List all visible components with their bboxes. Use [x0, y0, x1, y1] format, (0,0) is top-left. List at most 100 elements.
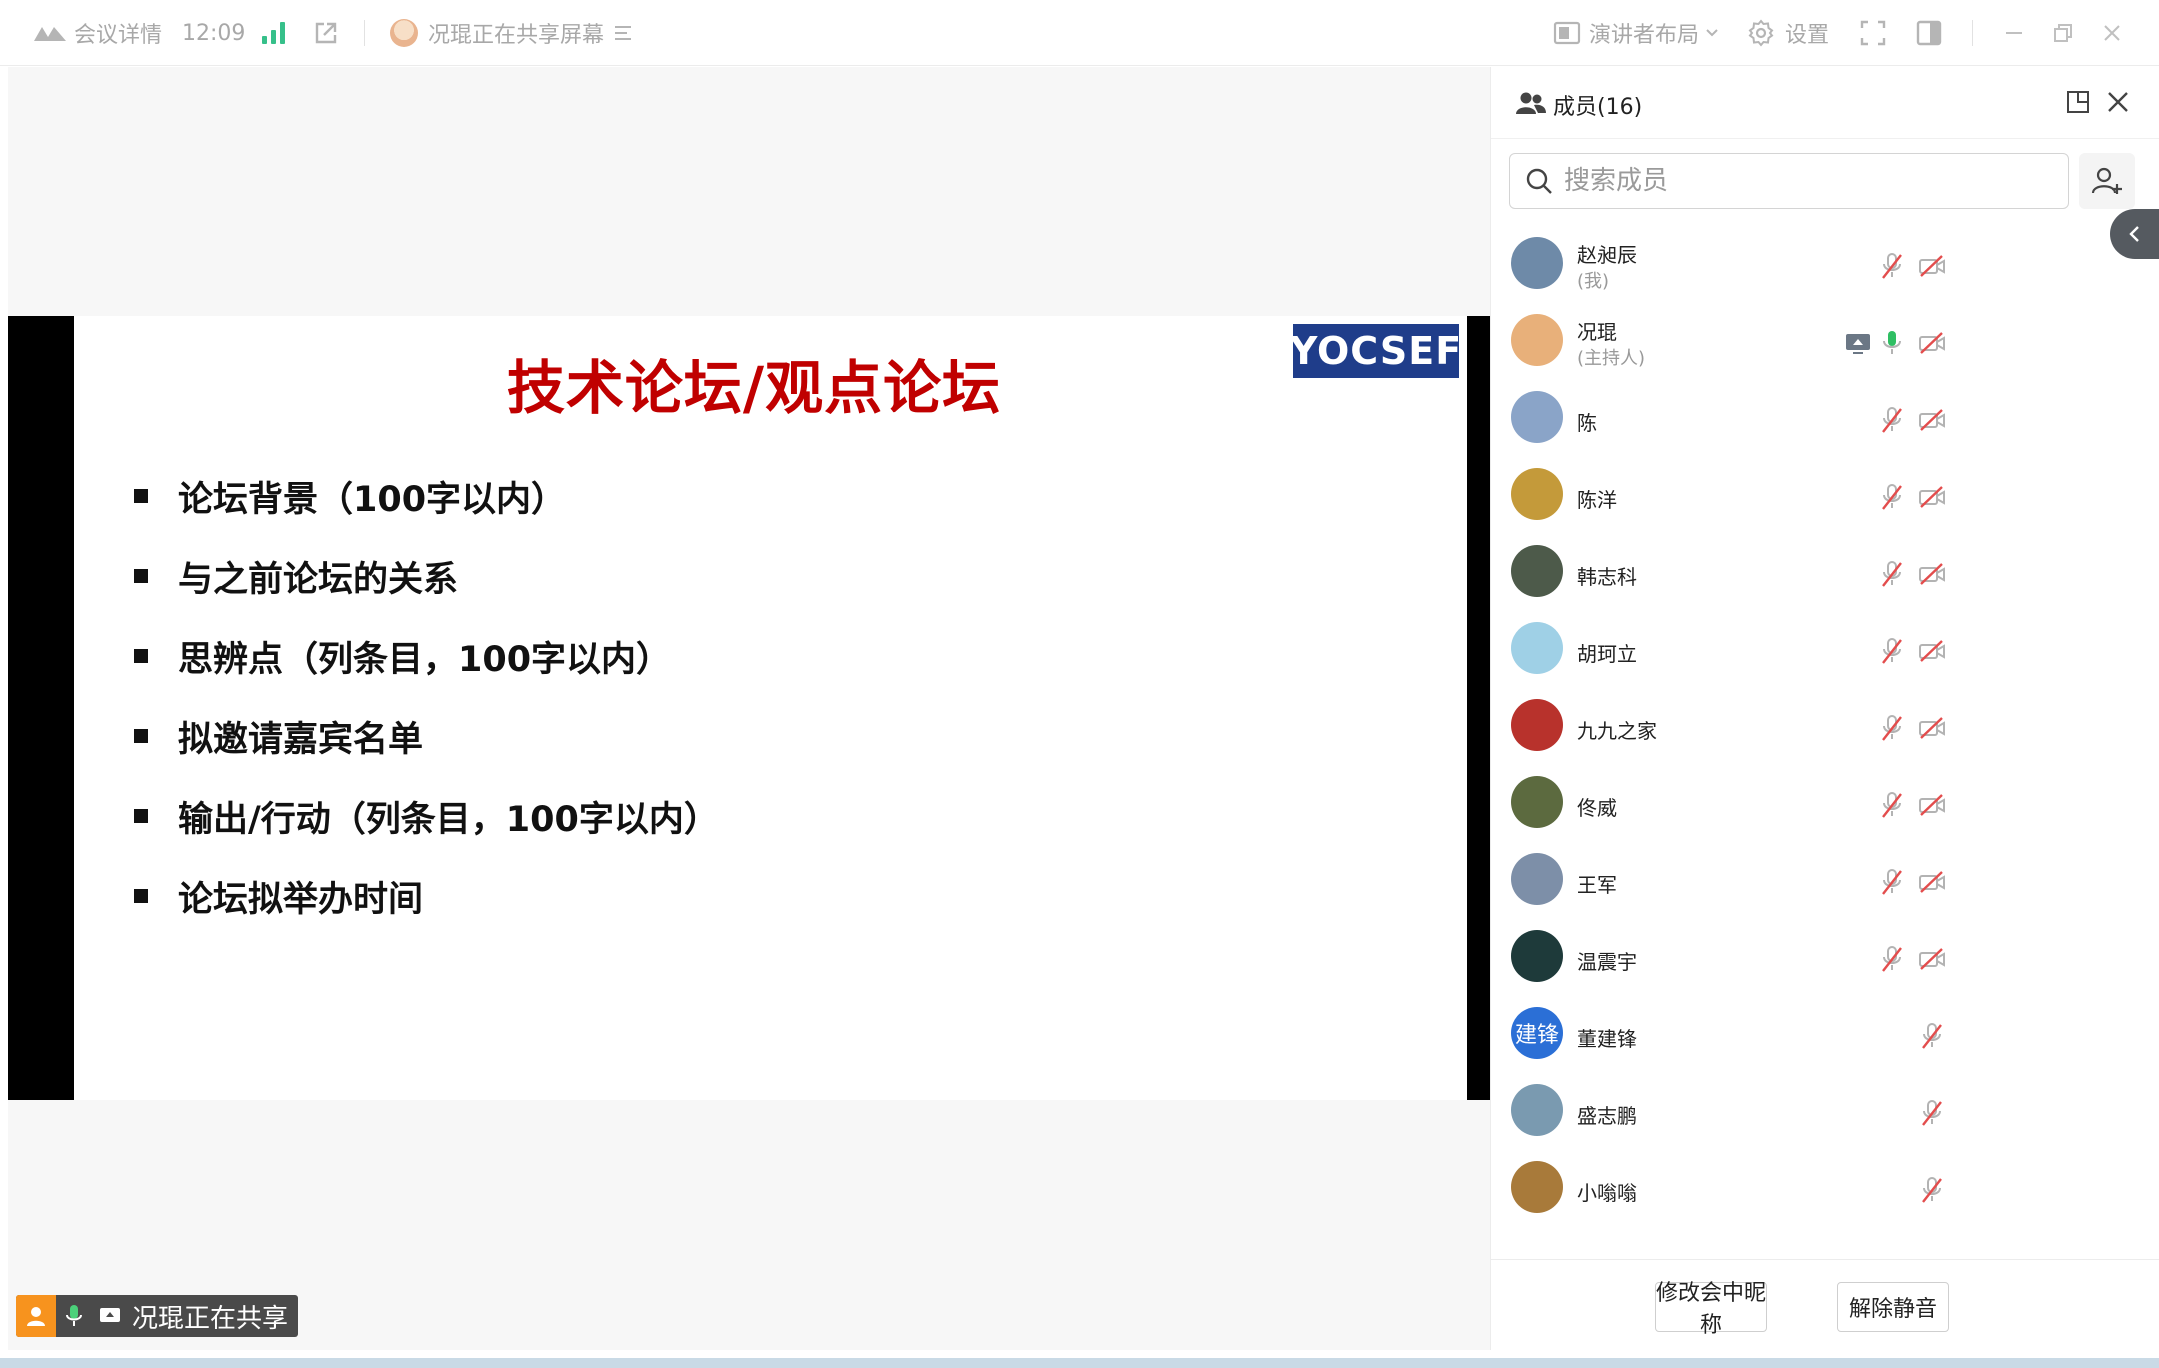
member-row[interactable]: 盛志鹏 — [1491, 1074, 2159, 1151]
member-row[interactable]: 赵昶辰 (我) — [1491, 227, 2159, 304]
sharing-status[interactable]: 况琨正在共享屏幕 — [390, 0, 634, 66]
slide-bullet: 拟邀请嘉宾名单 — [134, 696, 719, 776]
slide-bullet: 论坛拟举办时间 — [134, 856, 719, 936]
member-name: 盛志鹏 — [1577, 1104, 1637, 1128]
presentation-slide: 技术论坛/观点论坛 YOCSEF 论坛背景（100字以内） 与之前论坛的关系 思… — [74, 316, 1467, 1100]
mic-muted-icon[interactable] — [1917, 1021, 1947, 1051]
avatar — [1511, 391, 1563, 443]
avatar — [1511, 545, 1563, 597]
meeting-details-label: 会议详情 — [74, 23, 163, 48]
avatar — [1511, 622, 1563, 674]
member-name: 董建锋 — [1577, 1027, 1637, 1051]
members-panel-title: 成员(16) — [1553, 95, 1643, 120]
member-row[interactable]: 小嗡嗡 — [1491, 1151, 2159, 1227]
top-toolbar: 会议详情 12:09 况琨正在共享屏幕 演讲者布局 设置 — [0, 0, 2159, 66]
invite-member-button[interactable] — [2079, 153, 2135, 209]
close-panel-icon[interactable] — [2105, 89, 2133, 117]
user-icon — [16, 1295, 56, 1337]
member-row[interactable]: 韩志科 — [1491, 535, 2159, 612]
sidebar-toggle-icon[interactable] — [1909, 0, 1949, 66]
screen-share-icon — [92, 1295, 128, 1337]
slide-bullet: 论坛背景（100字以内） — [134, 456, 719, 536]
member-name: 王军 — [1577, 873, 1617, 897]
mic-muted-icon[interactable] — [1877, 790, 1907, 820]
member-row[interactable]: 胡珂立 — [1491, 612, 2159, 689]
sharing-status-text: 况琨正在共享屏幕 — [428, 23, 605, 48]
layout-dropdown[interactable]: 演讲者布局 — [1553, 0, 1719, 66]
camera-off-icon[interactable] — [1917, 328, 1947, 358]
member-name: 赵昶辰 — [1577, 243, 1637, 267]
camera-off-icon[interactable] — [1917, 636, 1947, 666]
mic-muted-icon[interactable] — [1917, 1098, 1947, 1128]
shared-screen-area: 技术论坛/观点论坛 YOCSEF 论坛背景（100字以内） 与之前论坛的关系 思… — [8, 67, 1490, 1350]
mic-on-icon[interactable] — [1877, 328, 1907, 358]
member-row[interactable]: 陈 — [1491, 381, 2159, 458]
mic-muted-icon[interactable] — [1877, 636, 1907, 666]
members-list: 赵昶辰 (我) 况琨 (主持人) 陈陈洋韩志科胡珂立九九之家佟威王军温震宇 建锋 董建锋盛志… — [1491, 227, 2159, 1227]
member-name: 九九之家 — [1577, 719, 1657, 743]
settings-button[interactable]: 设置 — [1747, 0, 1829, 66]
camera-off-icon[interactable] — [1917, 713, 1947, 743]
app-logo-icon — [34, 27, 66, 41]
avatar — [1511, 930, 1563, 982]
add-user-icon — [2091, 167, 2122, 194]
member-row[interactable]: 建锋 董建锋 — [1491, 997, 2159, 1074]
mic-muted-icon[interactable] — [1877, 713, 1907, 743]
member-search-box[interactable] — [1509, 153, 2069, 209]
member-search-input[interactable] — [1564, 166, 2044, 196]
slide-bullet: 思辨点（列条目，100字以内） — [134, 616, 719, 696]
members-panel-footer: 修改会中昵称 解除静音 — [1491, 1259, 2159, 1350]
list-icon — [615, 26, 632, 40]
sharer-badge-text: 况琨正在共享 — [132, 1303, 289, 1334]
chevron-down-icon — [1706, 29, 1718, 37]
member-row[interactable]: 王军 — [1491, 843, 2159, 920]
camera-off-icon[interactable] — [1917, 867, 1947, 897]
popout-icon[interactable] — [312, 0, 340, 66]
member-name: 况琨 — [1577, 320, 1617, 344]
slide-title: 技术论坛/观点论坛 — [506, 354, 1002, 422]
member-row[interactable]: 九九之家 — [1491, 689, 2159, 766]
camera-off-icon[interactable] — [1917, 482, 1947, 512]
member-row[interactable]: 陈洋 — [1491, 458, 2159, 535]
minimize-icon[interactable] — [1994, 0, 2034, 66]
screen-share-icon — [1843, 328, 1873, 358]
camera-off-icon[interactable] — [1917, 790, 1947, 820]
taskbar-edge — [0, 1358, 2159, 1368]
member-row[interactable]: 况琨 (主持人) — [1491, 304, 2159, 381]
mic-muted-icon[interactable] — [1877, 482, 1907, 512]
restore-icon[interactable] — [2043, 0, 2083, 66]
camera-off-icon[interactable] — [1917, 944, 1947, 974]
mic-muted-icon[interactable] — [1877, 559, 1907, 589]
popout-panel-icon[interactable] — [2065, 89, 2093, 117]
members-icon — [1516, 92, 1546, 114]
meeting-details-button[interactable]: 会议详情 — [32, 0, 162, 66]
member-role: (我) — [1577, 271, 1610, 292]
camera-off-icon[interactable] — [1917, 559, 1947, 589]
close-window-icon[interactable] — [2092, 0, 2132, 66]
layout-label: 演讲者布局 — [1589, 23, 1700, 48]
slide-bullet: 输出/行动（列条目，100字以内） — [134, 776, 719, 856]
mic-muted-icon[interactable] — [1917, 1175, 1947, 1205]
camera-off-icon[interactable] — [1917, 251, 1947, 281]
mic-muted-icon[interactable] — [1877, 251, 1907, 281]
avatar — [1511, 1161, 1563, 1213]
member-row[interactable]: 佟威 — [1491, 766, 2159, 843]
member-row[interactable]: 温震宇 — [1491, 920, 2159, 997]
member-name: 小嗡嗡 — [1577, 1181, 1637, 1205]
avatar — [1511, 776, 1563, 828]
avatar — [1511, 314, 1563, 366]
member-name: 胡珂立 — [1577, 642, 1637, 666]
rename-button[interactable]: 修改会中昵称 — [1655, 1281, 1767, 1338]
members-panel-header: 成员(16) — [1491, 67, 2159, 139]
member-name: 韩志科 — [1577, 565, 1637, 589]
mic-muted-icon[interactable] — [1877, 944, 1907, 974]
gear-icon — [1748, 19, 1774, 47]
avatar — [1511, 237, 1563, 289]
fullscreen-icon[interactable] — [1853, 0, 1893, 66]
mic-muted-icon[interactable] — [1877, 405, 1907, 435]
camera-off-icon[interactable] — [1917, 405, 1947, 435]
mic-muted-icon[interactable] — [1877, 867, 1907, 897]
network-signal-icon[interactable] — [262, 0, 285, 66]
slide-bullet-list: 论坛背景（100字以内） 与之前论坛的关系 思辨点（列条目，100字以内） 拟邀… — [134, 456, 719, 936]
unmute-button[interactable]: 解除静音 — [1837, 1282, 1949, 1332]
